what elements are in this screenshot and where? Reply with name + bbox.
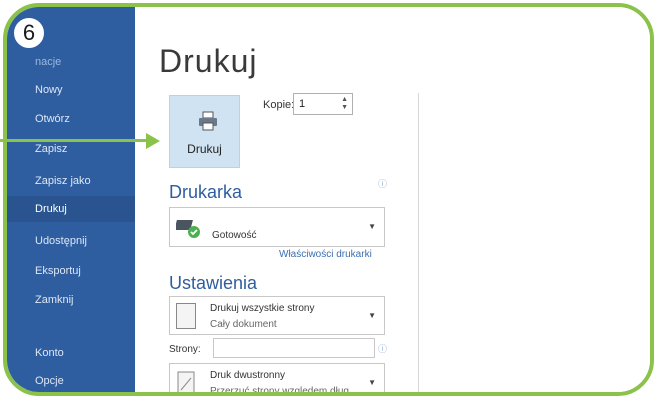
print-panel: Drukuj Drukuj Kopie: 1 ▲ ▼ Drukarka ⓘ Got…: [135, 7, 650, 392]
chevron-down-icon: ▼: [368, 378, 376, 387]
duplex-dropdown-subtitle: Przerzuć strony względem dług...: [210, 386, 358, 396]
pages-input[interactable]: [213, 338, 375, 358]
chevron-down-icon: ▼: [368, 222, 376, 231]
pages-dropdown[interactable]: Drukuj wszystkie strony Cały dokument ▼: [169, 296, 385, 335]
sidebar-item-opcje[interactable]: Opcje: [7, 368, 135, 392]
pointer-arrow-icon: [146, 133, 160, 149]
printer-status: Gotowość: [212, 230, 257, 241]
screenshot-frame: nacje Nowy Otwórz Zapisz Zapisz jako Dru…: [3, 3, 654, 396]
duplex-dropdown-title: Druk dwustronny: [210, 370, 286, 381]
step-badge: 6: [11, 15, 47, 51]
sidebar-item-otworz[interactable]: Otwórz: [7, 106, 135, 132]
info-icon[interactable]: ⓘ: [378, 342, 387, 355]
pages-label: Strony:: [169, 344, 201, 355]
duplex-dropdown[interactable]: Druk dwustronny Przerzuć strony względem…: [169, 363, 385, 396]
backstage-sidebar: nacje Nowy Otwórz Zapisz Zapisz jako Dru…: [7, 7, 135, 392]
preview-divider: [418, 93, 419, 392]
sidebar-item-drukuj[interactable]: Drukuj: [7, 196, 135, 222]
chevron-down-icon: ▼: [368, 310, 376, 320]
duplex-icon: [177, 371, 195, 392]
pages-dropdown-subtitle: Cały dokument: [210, 319, 277, 330]
spin-arrows-icon[interactable]: ▲ ▼: [341, 96, 348, 112]
printer-ready-icon: [176, 220, 200, 238]
sidebar-item-informacje[interactable]: nacje: [7, 49, 135, 75]
printer-section-heading: Drukarka: [169, 182, 243, 202]
sidebar-item-zamknij[interactable]: Zamknij: [7, 287, 135, 313]
pages-dropdown-title: Drukuj wszystkie strony: [210, 303, 315, 314]
copies-value: 1: [299, 98, 306, 110]
sidebar-item-eksportuj[interactable]: Eksportuj: [7, 258, 135, 284]
sidebar-item-nowy[interactable]: Nowy: [7, 77, 135, 103]
copies-stepper[interactable]: 1 ▲ ▼: [293, 93, 353, 115]
document-icon: [176, 303, 196, 329]
sidebar-item-udostepnij[interactable]: Udostępnij: [7, 228, 135, 254]
print-button[interactable]: Drukuj: [169, 95, 240, 168]
settings-section-heading: Ustawienia: [169, 273, 258, 293]
copies-label: Kopie:: [263, 99, 295, 111]
pointer-arrow-line: [0, 139, 148, 142]
printer-dropdown[interactable]: Gotowość ▼: [169, 207, 385, 247]
page-title: Drukuj: [159, 43, 258, 79]
printer-properties-link[interactable]: Właściwości drukarki: [279, 249, 372, 260]
info-icon[interactable]: ⓘ: [378, 177, 387, 190]
sidebar-item-konto[interactable]: Konto: [7, 340, 135, 366]
print-button-label: Drukuj: [187, 142, 222, 156]
printer-icon: [199, 111, 217, 131]
sidebar-item-zapisz-jako[interactable]: Zapisz jako: [7, 168, 135, 194]
